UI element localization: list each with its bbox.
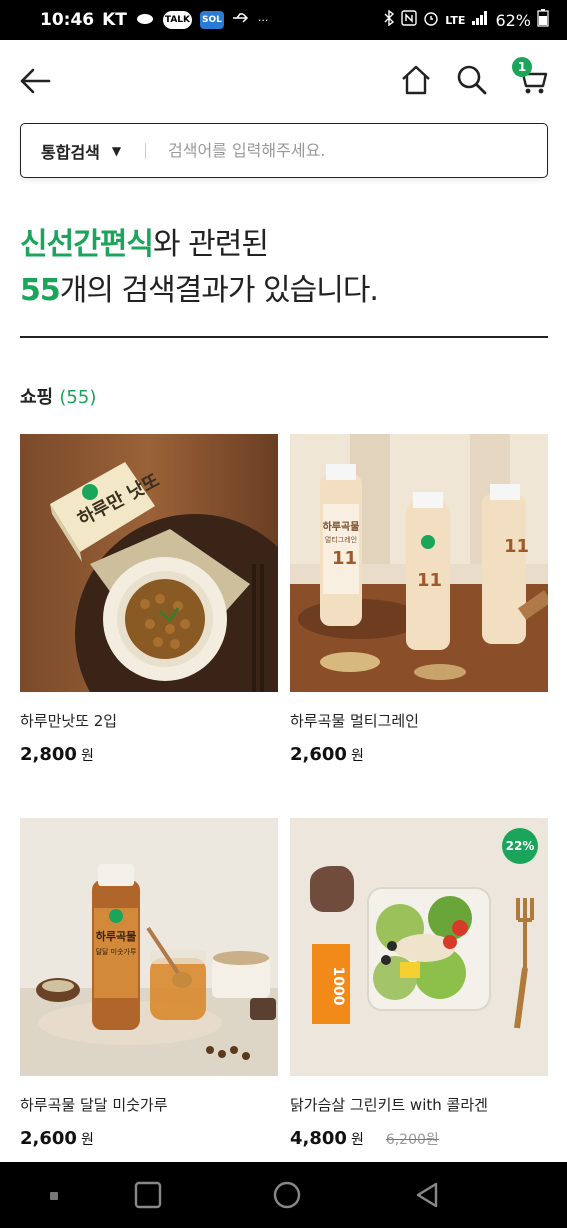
recent-apps-button[interactable] <box>133 1180 163 1210</box>
home-nav-button[interactable] <box>272 1180 302 1210</box>
product-price-row: 2,600 원 <box>290 744 548 765</box>
collagen-pack-text: 1000 <box>330 967 346 1006</box>
dot-icon <box>50 1192 58 1200</box>
product-currency: 원 <box>350 1132 364 1148</box>
caret-down-icon: ▼ <box>111 143 122 158</box>
product-price-row: 2,600 원 <box>20 1128 278 1149</box>
bottle-label: 하루곡물 <box>323 520 360 533</box>
triangle-back-icon <box>416 1182 438 1208</box>
product-image[interactable]: 하루곡물 멀티그레인 11 11 11 <box>290 434 548 692</box>
result-line-1: 신선간편식와 관련된 <box>20 222 378 268</box>
app-header <box>0 40 567 120</box>
product-card[interactable]: 하루곡물 달달 미숫가루 하루곡물 달달 미숫가루 2,600 원 <box>20 818 278 1149</box>
search-scope-label: 통합검색 <box>41 142 100 162</box>
section-divider <box>20 336 548 338</box>
product-currency: 원 <box>80 748 94 764</box>
alarm-icon <box>423 10 439 30</box>
square-icon <box>134 1181 162 1209</box>
original-price: 6,200원 <box>385 1132 439 1148</box>
product-currency: 원 <box>80 1132 94 1148</box>
product-price-row: 4,800 원 6,200원 <box>290 1128 548 1149</box>
product-image[interactable]: 1000 22% <box>290 818 548 1076</box>
product-card[interactable]: 하루만 낫또 하루만낫또 2입 2,800 원 <box>20 434 278 765</box>
product-image[interactable]: 하루곡물 달달 미숫가루 <box>20 818 278 1076</box>
circle-icon <box>273 1181 301 1209</box>
product-name[interactable]: 하루만낫또 2입 <box>20 710 278 730</box>
product-card[interactable]: 1000 22% 닭가슴살 그린키트 with 콜라겐 4,800 원 6,20… <box>290 818 548 1149</box>
home-icon <box>402 65 430 95</box>
svg-text:11: 11 <box>417 570 442 591</box>
result-headline: 신선간편식와 관련된 55개의 검색결과가 있습니다. <box>20 222 379 314</box>
product-image[interactable]: 하루만 낫또 <box>20 434 278 692</box>
section-count: (55) <box>59 387 97 408</box>
product-name[interactable]: 닭가슴살 그린키트 with 콜라겐 <box>290 1094 548 1114</box>
product-card[interactable]: 하루곡물 멀티그레인 11 11 11 하루곡물 멀티그레인 2,600 원 <box>290 434 548 765</box>
product-price: 2,600 <box>20 1128 77 1149</box>
recents-dot-button[interactable] <box>40 1180 70 1210</box>
result-line2-suffix: 개의 검색결과가 있습니다. <box>59 273 379 308</box>
natto-product-photo: 하루만 낫또 <box>20 434 278 692</box>
product-currency: 원 <box>350 748 364 764</box>
usb-icon <box>232 10 250 30</box>
cart-count-badge: 1 <box>512 57 532 77</box>
search-bar: 통합검색 ▼ <box>20 123 548 178</box>
carrier-label: KT <box>102 10 127 30</box>
battery-level: 62% <box>495 10 531 30</box>
svg-text:11: 11 <box>332 548 357 569</box>
search-icon <box>457 65 487 95</box>
nfc-icon <box>401 10 417 30</box>
search-input[interactable] <box>146 141 547 160</box>
search-button[interactable] <box>456 64 488 96</box>
kakaotalk-icon: TALK <box>162 11 193 29</box>
weather-icon <box>135 10 155 30</box>
multigrain-product-photo: 하루곡물 멀티그레인 11 11 11 <box>290 434 548 692</box>
result-line1-suffix: 와 관련된 <box>153 227 269 262</box>
product-name[interactable]: 하루곡물 멀티그레인 <box>290 710 548 730</box>
result-line-2: 55개의 검색결과가 있습니다. <box>20 268 379 314</box>
status-time: 10:46 <box>40 10 95 30</box>
product-name[interactable]: 하루곡물 달달 미숫가루 <box>20 1094 278 1114</box>
search-scope-dropdown[interactable]: 통합검색 ▼ <box>21 139 145 163</box>
bottle-sublabel: 달달 미숫가루 <box>96 947 137 956</box>
discount-badge: 22% <box>502 828 538 864</box>
home-button[interactable] <box>400 64 432 96</box>
back-nav-button[interactable] <box>412 1180 442 1210</box>
product-price: 4,800 <box>290 1128 347 1149</box>
bluetooth-icon <box>383 9 395 30</box>
shopping-section-title: 쇼핑 (55) <box>20 383 96 409</box>
result-count: 55 <box>20 273 61 308</box>
signal-icon <box>471 10 489 30</box>
more-notifications-icon: ··· <box>257 13 269 27</box>
network-type: LTE <box>445 13 466 27</box>
product-price-row: 2,800 원 <box>20 744 278 765</box>
arrow-left-icon <box>20 68 51 94</box>
bottle-sublabel: 멀티그레인 <box>325 535 357 544</box>
svg-text:11: 11 <box>504 536 529 557</box>
misugaru-product-photo: 하루곡물 달달 미숫가루 <box>20 818 278 1076</box>
section-title-label: 쇼핑 <box>20 387 54 408</box>
product-price: 2,600 <box>290 744 347 765</box>
bottle-label: 하루곡물 <box>96 929 136 943</box>
battery-icon <box>537 9 549 31</box>
system-nav-bar <box>0 1162 567 1228</box>
status-bar: 10:46 KT TALK SOL ··· LTE 62% <box>0 0 567 40</box>
sol-app-icon: SOL <box>200 11 224 29</box>
search-keyword: 신선간편식 <box>20 227 154 262</box>
back-button[interactable] <box>18 66 52 96</box>
product-price: 2,800 <box>20 744 77 765</box>
